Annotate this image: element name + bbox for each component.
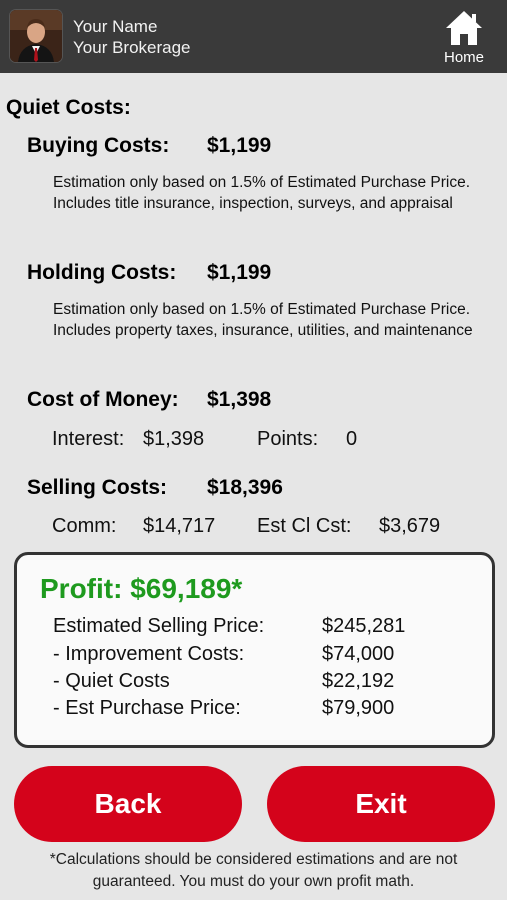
back-button[interactable]: Back (14, 766, 242, 842)
home-button[interactable]: Home (436, 6, 492, 68)
purchase-price-label: - Est Purchase Price: (53, 697, 241, 719)
buying-costs-label: Buying Costs: (27, 134, 170, 157)
quiet-costs-total-value: $22,192 (322, 670, 395, 692)
points-value: 0 (346, 428, 358, 450)
buying-costs-note: Estimation only based on 1.5% of Estimat… (53, 174, 470, 212)
closing-cost-value: $3,679 (379, 515, 441, 537)
improvement-costs-label: - Improvement Costs: (53, 643, 245, 665)
holding-costs-note: Estimation only based on 1.5% of Estimat… (53, 301, 473, 339)
purchase-price-value: $79,900 (322, 697, 395, 719)
improvement-costs-value: $74,000 (322, 643, 395, 665)
cost-of-money-label: Cost of Money: (27, 388, 179, 411)
interest-value: $1,398 (143, 428, 205, 450)
profit-total: Profit: $69,189* (40, 573, 243, 604)
buying-costs-value: $1,199 (207, 134, 272, 157)
holding-costs-value: $1,199 (207, 261, 272, 284)
exit-button[interactable]: Exit (267, 766, 495, 842)
selling-costs-label: Selling Costs: (27, 476, 168, 499)
holding-costs-label: Holding Costs: (27, 261, 177, 284)
home-icon (446, 11, 482, 45)
profit-summary-card: Profit: $69,189* Estimated Selling Price… (14, 552, 495, 748)
quiet-costs-total-label: - Quiet Costs (53, 670, 170, 692)
selling-price-value: $245,281 (322, 615, 406, 637)
points-label: Points: (257, 428, 319, 450)
disclaimer-text: *Calculations should be considered estim… (49, 851, 458, 890)
selling-costs-value: $18,396 (207, 476, 283, 499)
quiet-costs-title: Quiet Costs: (6, 96, 131, 119)
app-header: Your Name Your Brokerage Home (0, 0, 507, 73)
interest-label: Interest: (52, 428, 125, 450)
agent-name: Your Name (73, 17, 158, 36)
selling-price-label: Estimated Selling Price: (53, 615, 265, 637)
commission-label: Comm: (52, 515, 117, 537)
closing-cost-label: Est Cl Cst: (257, 515, 352, 537)
agent-brokerage: Your Brokerage (73, 38, 191, 57)
agent-photo (10, 10, 62, 62)
avatar (10, 10, 62, 62)
cost-of-money-value: $1,398 (207, 388, 272, 411)
commission-value: $14,717 (143, 515, 216, 537)
home-label: Home (443, 49, 484, 66)
